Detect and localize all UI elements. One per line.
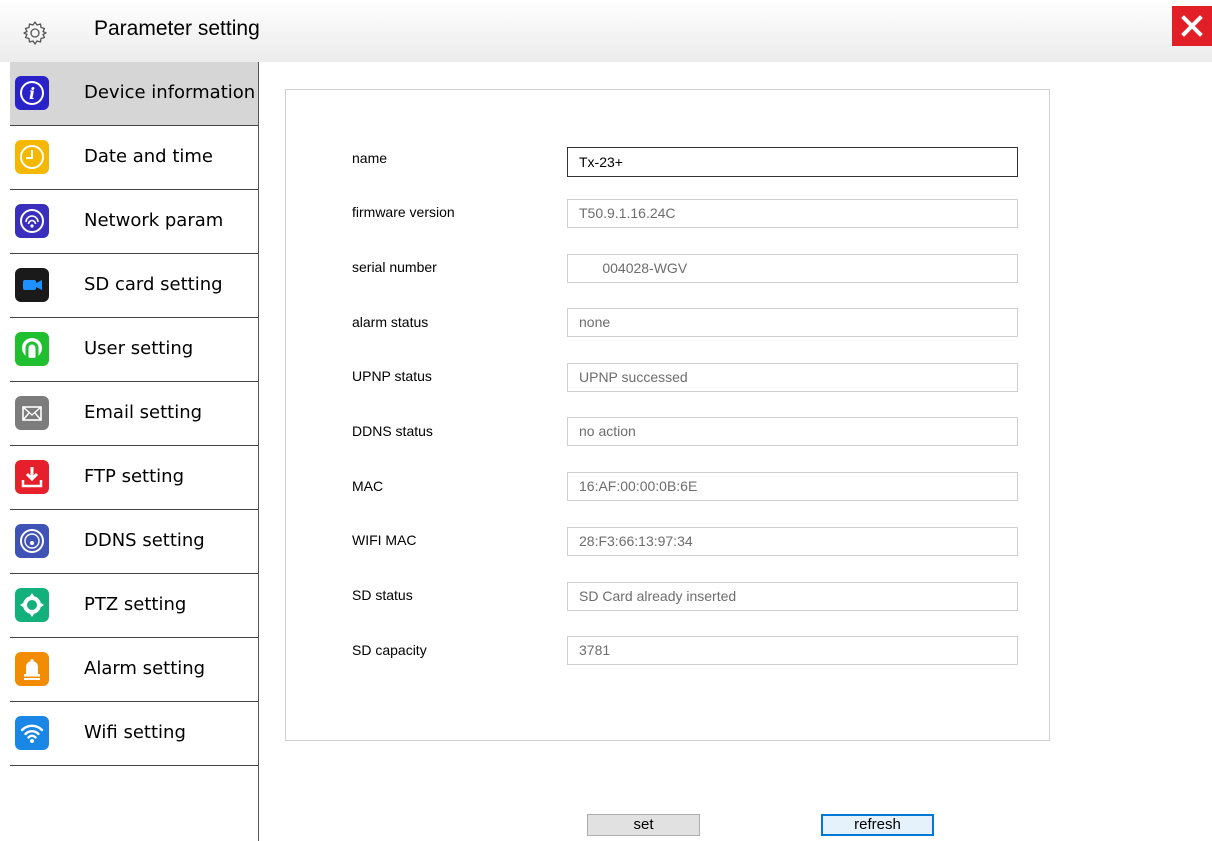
name-field[interactable]: [567, 147, 1018, 177]
ddns-status-field: no action: [567, 417, 1018, 446]
sidebar-item-label: Wifi setting: [84, 722, 186, 743]
sidebar-item-label: PTZ setting: [84, 594, 187, 615]
ptz-icon: [15, 588, 49, 622]
refresh-button[interactable]: refresh: [821, 814, 934, 836]
mac-field: 16:AF:00:00:0B:6E: [567, 472, 1018, 501]
network-icon: [15, 204, 49, 238]
camera-icon: [15, 268, 49, 302]
sidebar: i Device information Date and time Netwo…: [10, 62, 258, 841]
upnp-status-field: UPNP successed: [567, 363, 1018, 392]
window-title: Parameter setting: [94, 17, 260, 40]
upnp-status-label: UPNP status: [352, 368, 432, 384]
name-label: name: [352, 150, 388, 166]
sidebar-item-label: Date and time: [84, 146, 213, 167]
sd-status-label: SD status: [352, 587, 413, 603]
title-bar: Parameter setting: [0, 0, 1212, 62]
wifi-icon: [15, 716, 49, 750]
sidebar-item-ddns-setting[interactable]: DDNS setting: [10, 510, 258, 574]
user-icon: [15, 332, 49, 366]
sd-status-field: SD Card already inserted: [567, 582, 1018, 611]
wifi-mac-field: 28:F3:66:13:97:34: [567, 527, 1018, 556]
sidebar-item-network-param[interactable]: Network param: [10, 190, 258, 254]
sidebar-item-label: Network param: [84, 210, 224, 231]
alarm-status-label: alarm status: [352, 314, 429, 330]
sidebar-item-ftp-setting[interactable]: FTP setting: [10, 446, 258, 510]
gear-icon: [23, 21, 47, 45]
sidebar-item-label: FTP setting: [84, 466, 185, 487]
mac-label: MAC: [352, 478, 384, 494]
sidebar-item-date-and-time[interactable]: Date and time: [10, 126, 258, 190]
close-icon: [1181, 15, 1203, 37]
sidebar-item-label: DDNS setting: [84, 530, 205, 551]
serial-number-field: 004028-WGV: [567, 254, 1018, 283]
bell-icon: [15, 652, 49, 686]
sidebar-item-user-setting[interactable]: User setting: [10, 318, 258, 382]
sidebar-divider: [258, 62, 259, 841]
envelope-icon: [15, 396, 49, 430]
close-button[interactable]: [1172, 6, 1212, 46]
ddns-status-label: DDNS status: [352, 423, 433, 439]
sidebar-item-email-setting[interactable]: Email setting: [10, 382, 258, 446]
sidebar-item-label: Device information: [84, 82, 256, 103]
alarm-status-field: none: [567, 308, 1018, 337]
sd-capacity-label: SD capacity: [352, 642, 427, 658]
svg-text:i: i: [29, 84, 35, 103]
sidebar-item-label: Alarm setting: [84, 658, 206, 679]
info-icon: i: [15, 76, 49, 110]
sidebar-item-device-information[interactable]: i Device information: [10, 62, 258, 126]
sidebar-item-wifi-setting[interactable]: Wifi setting: [10, 702, 258, 766]
clock-icon: [15, 140, 49, 174]
ddns-icon: [15, 524, 49, 558]
sd-capacity-field: 3781: [567, 636, 1018, 665]
sidebar-item-ptz-setting[interactable]: PTZ setting: [10, 574, 258, 638]
firmware-version-label: firmware version: [352, 204, 455, 220]
sidebar-item-label: Email setting: [84, 402, 203, 423]
set-button[interactable]: set: [587, 814, 700, 836]
sidebar-item-sd-card-setting[interactable]: SD card setting: [10, 254, 258, 318]
sidebar-item-alarm-setting[interactable]: Alarm setting: [10, 638, 258, 702]
serial-number-label: serial number: [352, 259, 437, 275]
download-icon: [15, 460, 49, 494]
sidebar-item-label: User setting: [84, 338, 194, 359]
sidebar-item-label: SD card setting: [84, 274, 223, 295]
wifi-mac-label: WIFI MAC: [352, 532, 417, 548]
firmware-version-field: T50.9.1.16.24C: [567, 199, 1018, 228]
